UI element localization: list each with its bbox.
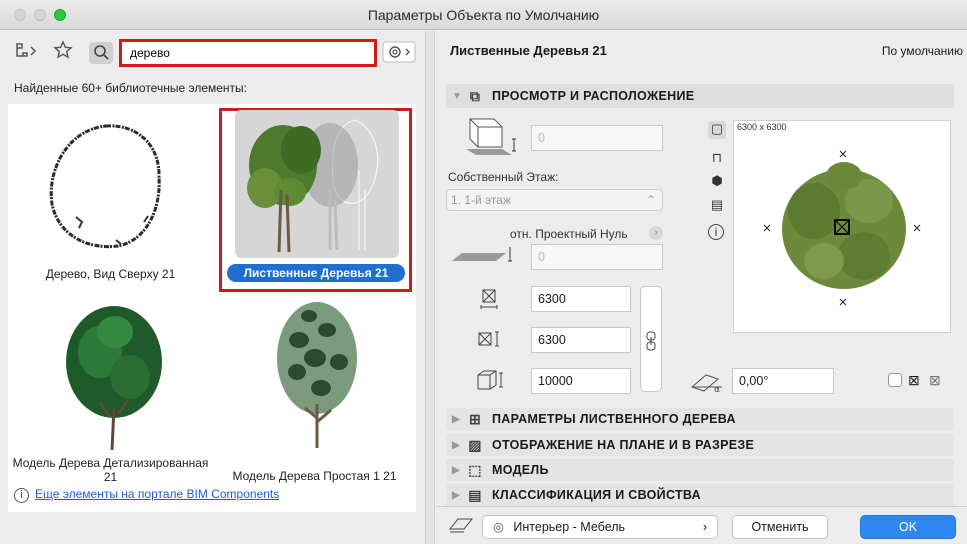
expand-right-icon: ▶ — [452, 489, 460, 501]
section-title: КЛАССИФИКАЦИЯ И СВОЙСТВА — [492, 488, 701, 502]
deciduous-trees-thumbnail — [235, 110, 399, 258]
home-story-value: 1. 1-й этаж — [451, 193, 511, 207]
settings-gear-icon[interactable] — [382, 41, 416, 68]
bim-components-link-row: i Еще элементы на портале BIM Components — [14, 487, 279, 503]
library-items-gallery: Дерево, Вид Сверху 21 Лиственные Деревья… — [8, 104, 416, 512]
info-icon: i — [14, 488, 29, 503]
layer-value: Интерьер - Мебель — [513, 520, 626, 534]
reference-label: отн. Проектный Нуль — [510, 227, 628, 241]
ok-button[interactable]: OK — [860, 515, 956, 539]
found-count-label: Найденные 60+ библиотечные элементы: — [14, 81, 248, 95]
depth-icon — [478, 331, 500, 351]
visibility-eye-icon: ◎ — [493, 520, 504, 534]
search-icon — [93, 44, 109, 63]
expand-down-icon: ▼ — [452, 90, 463, 102]
reference-offset-field[interactable]: 0 — [531, 244, 663, 270]
section-title: ОТОБРАЖЕНИЕ НА ПЛАНЕ И В РАЗРЕЗЕ — [492, 438, 755, 452]
floor-plan-icon: ▨ — [468, 436, 482, 453]
preview-plan-icon[interactable]: ▢ — [708, 121, 726, 139]
library-item-tree-top-view[interactable]: Дерево, Вид Сверху 21 — [8, 104, 213, 294]
expand-right-icon: ▶ — [452, 413, 460, 425]
svg-text:α: α — [714, 385, 720, 393]
section-view-placement[interactable]: ▼ ⧉ ПРОСМОТР И РАСПОЛОЖЕНИЕ — [446, 84, 954, 108]
reference-menu-icon[interactable]: › — [649, 226, 663, 240]
section-model[interactable]: ▶ ⬚ МОДЕЛЬ — [446, 459, 954, 481]
library-item-tree-model-detailed[interactable]: Модель Дерева Детализированная 21 — [8, 296, 213, 508]
expand-right-icon: ▶ — [452, 439, 460, 451]
object-name: Лиственные Деревья 21 — [450, 43, 607, 58]
model-cube-icon: ⬚ — [468, 461, 482, 478]
width-field[interactable]: 6300 — [531, 286, 631, 312]
expand-right-icon: ▶ — [452, 464, 460, 476]
stepper-icon: ⌃ — [645, 193, 656, 207]
section-title: ПРОСМОТР И РАСПОЛОЖЕНИЕ — [492, 89, 695, 103]
library-panel: Найденные 60+ библиотечные элементы: Дер… — [0, 31, 425, 544]
section-classification[interactable]: ▶ ▤ КЛАССИФИКАЦИЯ И СВОЙСТВА — [446, 484, 954, 506]
folder-tree-icon[interactable] — [14, 41, 40, 66]
library-item-tree-model-simple[interactable]: Модель Дерева Простая 1 21 — [213, 296, 416, 508]
depth-field[interactable]: 6300 — [531, 327, 631, 353]
parameters-icon: ⊞ — [468, 410, 482, 427]
bim-components-link[interactable]: Еще элементы на портале BIM Components — [35, 487, 279, 501]
cancel-button[interactable]: Отменить — [732, 515, 828, 539]
section-plan-section-display[interactable]: ▶ ▨ ОТОБРАЖЕНИЕ НА ПЛАНЕ И В РАЗРЕЗЕ — [446, 434, 954, 456]
height-field[interactable]: 10000 — [531, 368, 631, 394]
document-icon: ▤ — [468, 486, 482, 503]
layer-select[interactable]: ◎ Интерьер - Мебель › — [482, 515, 718, 539]
preview-section-icon[interactable]: ⊓ — [708, 150, 726, 168]
proportion-lock-button[interactable] — [640, 286, 662, 392]
rotation-angle-field[interactable]: 0,00° — [732, 368, 834, 394]
title-bar: Параметры Объекта по Умолчанию — [0, 0, 967, 30]
chevron-right-icon: › — [702, 520, 707, 534]
tree-top-view-thumbnail — [49, 124, 161, 249]
tree-top-view-preview — [763, 150, 921, 306]
mirror-y-icon[interactable]: ⊠ — [929, 372, 941, 389]
preview-info-icon[interactable]: i — [708, 224, 724, 240]
default-settings-label[interactable]: По умолчанию — [882, 44, 963, 58]
window-title: Параметры Объекта по Умолчанию — [367, 7, 600, 23]
selected-item-label: Лиственные Деревья 21 — [227, 264, 405, 282]
layers-icon — [448, 515, 474, 538]
panel-splitter[interactable] — [425, 31, 435, 544]
section-title: ПАРАМЕТРЫ ЛИСТВЕННОГО ДЕРЕВА — [492, 412, 736, 426]
simple-tree-thumbnail — [277, 302, 357, 448]
dialog-footer: ◎ Интерьер - Мебель › Отменить OK — [436, 506, 967, 544]
favorites-star-icon[interactable] — [53, 40, 73, 65]
search-field-frame — [119, 39, 377, 67]
mirror-x-icon[interactable]: ⊠ — [908, 372, 920, 389]
library-item-label: Модель Дерева Простая 1 21 — [232, 469, 397, 483]
section-leaf-tree-params[interactable]: ▶ ⊞ ПАРАМЕТРЫ ЛИСТВЕННОГО ДЕРЕВА — [446, 408, 954, 430]
home-story-select[interactable]: 1. 1-й этаж ⌃ — [446, 189, 663, 211]
library-item-label: Дерево, Вид Сверху 21 — [45, 267, 176, 281]
home-story-label: Собственный Этаж: — [448, 170, 559, 184]
width-icon — [478, 288, 500, 309]
detailed-tree-thumbnail — [66, 306, 162, 451]
elevation-offset-icon — [462, 115, 522, 159]
rotation-angle-icon: α — [688, 371, 726, 395]
library-item-label: Модель Дерева Детализированная 21 — [12, 456, 209, 484]
library-item-deciduous-trees[interactable]: Лиственные Деревья 21 — [219, 108, 412, 292]
search-toggle-button[interactable] — [89, 42, 113, 64]
object-preview: 6300 x 6300 — [733, 120, 951, 333]
height-icon — [476, 369, 506, 390]
preview-3d-icon[interactable]: ⬢ — [708, 173, 726, 191]
view-placement-icon: ⧉ — [469, 87, 481, 104]
reference-level-icon — [450, 243, 516, 267]
preview-elevation-icon[interactable]: ▤ — [708, 197, 726, 215]
settings-panel: Лиственные Деревья 21 По умолчанию ▼ ⧉ П… — [436, 31, 967, 544]
section-title: МОДЕЛЬ — [492, 463, 549, 477]
elevation-offset-field[interactable]: 0 — [531, 125, 663, 151]
chain-link-icon — [645, 331, 657, 354]
search-input[interactable] — [122, 42, 374, 64]
mirror-checkbox[interactable] — [888, 373, 902, 387]
